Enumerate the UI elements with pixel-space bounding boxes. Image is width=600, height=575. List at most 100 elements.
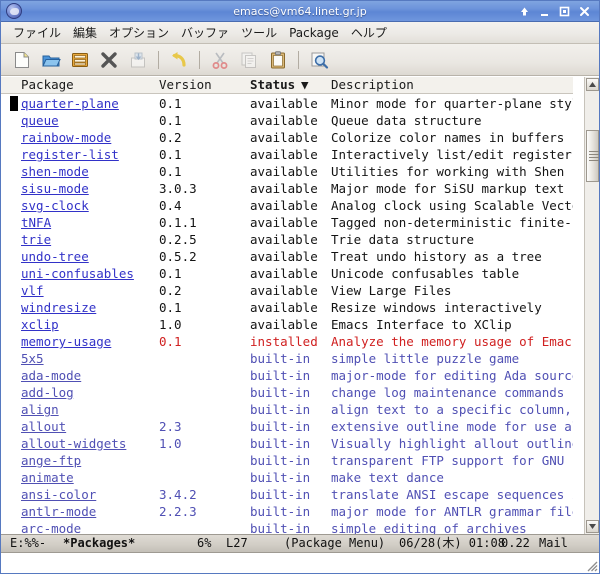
table-row[interactable]: memory-usage 0.1 installed Analyze the memo…: [1, 333, 584, 350]
package-version: 2.2.3: [159, 504, 197, 519]
mode-line[interactable]: E:%%- *Packages* 6% L27 (Package Menu) 0…: [1, 534, 599, 553]
vertical-scrollbar[interactable]: [584, 77, 599, 534]
package-name-link[interactable]: uni-confusables: [21, 265, 134, 282]
maximize-button[interactable]: [558, 5, 571, 18]
package-name-link[interactable]: ange-ftp: [21, 452, 81, 469]
close-buffer-icon[interactable]: [98, 49, 120, 71]
table-row[interactable]: trie 0.2.5 available Trie data structure: [1, 231, 584, 248]
package-name-link[interactable]: sisu-mode: [21, 180, 89, 197]
package-name-link[interactable]: 5x5: [21, 350, 44, 367]
table-row[interactable]: svg-clock 0.4 available Analog clock using …: [1, 197, 584, 214]
close-button[interactable]: [578, 5, 591, 18]
package-name-link[interactable]: animate: [21, 469, 74, 486]
menu-buffers[interactable]: バッファ: [175, 23, 235, 42]
menu-help[interactable]: ヘルプ: [345, 23, 393, 42]
search-icon[interactable]: [308, 49, 330, 71]
column-version[interactable]: Version: [159, 77, 212, 93]
package-name-link[interactable]: allout-widgets: [21, 435, 126, 452]
package-name-link[interactable]: trie: [21, 231, 51, 248]
table-row[interactable]: register-list 0.1 available Interactively l…: [1, 146, 584, 163]
table-row[interactable]: queue 0.1 available Queue data structure: [1, 112, 584, 129]
package-name-link[interactable]: rainbow-mode: [21, 129, 111, 146]
package-name-link[interactable]: quarter-plane: [21, 95, 119, 112]
paste-icon[interactable]: [267, 49, 289, 71]
table-row[interactable]: quarter-plane 0.1 available Minor mode for …: [1, 95, 584, 112]
table-row[interactable]: 5x5 built-in simple little puzzle game: [1, 350, 584, 367]
resize-grip-icon[interactable]: [584, 558, 598, 572]
package-status: built-in: [250, 419, 311, 434]
package-version: 0.1.1: [159, 215, 197, 230]
package-name-link[interactable]: allout: [21, 418, 66, 435]
package-name-link[interactable]: ansi-color: [21, 486, 96, 503]
undo-icon[interactable]: [168, 49, 190, 71]
table-row[interactable]: arc-mode built-in simple editing of archiv…: [1, 520, 584, 534]
save-as-icon[interactable]: [127, 49, 149, 71]
table-row[interactable]: shen-mode 0.1 available Utilities for worki…: [1, 163, 584, 180]
tool-bar: [1, 44, 599, 76]
scroll-up-button[interactable]: [586, 78, 599, 91]
package-description: Major mode for SiSU markup text: [331, 181, 565, 196]
package-description: Tagged non-deterministic finite-sta: [331, 215, 584, 230]
minimize-button[interactable]: [538, 5, 551, 18]
package-name-link[interactable]: vlf: [21, 282, 44, 299]
column-description[interactable]: Description: [331, 77, 414, 93]
copy-icon[interactable]: [238, 49, 260, 71]
menu-package[interactable]: Package: [283, 25, 345, 41]
table-row[interactable]: ange-ftp built-in transparent FTP support …: [1, 452, 584, 469]
package-menu-buffer[interactable]: Package Version Status ▼ Description qua…: [1, 77, 599, 534]
column-package[interactable]: Package: [21, 77, 74, 93]
menu-edit[interactable]: 編集: [67, 23, 103, 42]
package-name-link[interactable]: xclip: [21, 316, 59, 333]
table-row[interactable]: ada-mode built-in major-mode for editing A…: [1, 367, 584, 384]
table-row[interactable]: rainbow-mode 0.2 available Colorize color n…: [1, 129, 584, 146]
table-row[interactable]: tNFA 0.1.1 available Tagged non-determinist…: [1, 214, 584, 231]
package-description: Interactively list/edit registers: [331, 147, 580, 162]
table-row[interactable]: xclip 1.0 available Emacs Interface to XCli…: [1, 316, 584, 333]
package-name-link[interactable]: register-list: [21, 146, 119, 163]
new-file-icon[interactable]: [11, 49, 33, 71]
menu-tools[interactable]: ツール: [235, 23, 283, 42]
package-name-link[interactable]: ada-mode: [21, 367, 81, 384]
column-status[interactable]: Status: [250, 77, 295, 93]
package-name-link[interactable]: tNFA: [21, 214, 51, 231]
package-name-link[interactable]: svg-clock: [21, 197, 89, 214]
save-buffer-icon[interactable]: [69, 49, 91, 71]
package-name-link[interactable]: windresize: [21, 299, 96, 316]
table-row[interactable]: add-log built-in change log maintenance co…: [1, 384, 584, 401]
package-name-link[interactable]: memory-usage: [21, 333, 111, 350]
shade-button[interactable]: [518, 5, 531, 18]
table-row[interactable]: vlf 0.2 available View Large Files: [1, 282, 584, 299]
column-status-sort-icon[interactable]: ▼: [301, 77, 309, 93]
package-name-link[interactable]: align: [21, 401, 59, 418]
package-description: change log maintenance commands for: [331, 385, 584, 400]
package-description: major mode for ANTLR grammar files: [331, 504, 584, 519]
minibuffer[interactable]: [1, 553, 599, 573]
title-bar[interactable]: emacs@vm64.linet.gr.jp: [1, 1, 599, 22]
line-continuation-icon: →: [574, 165, 582, 178]
table-row[interactable]: sisu-mode 3.0.3 available Major mode for Si…: [1, 180, 584, 197]
menu-options[interactable]: オプション: [103, 23, 175, 42]
scroll-down-button[interactable]: [586, 520, 599, 533]
table-row[interactable]: antlr-mode 2.2.3 built-in major mode for AN…: [1, 503, 584, 520]
table-row[interactable]: allout-widgets 1.0 built-in Visually highli…: [1, 435, 584, 452]
package-name-link[interactable]: antlr-mode: [21, 503, 96, 520]
package-name-link[interactable]: queue: [21, 112, 59, 129]
table-row[interactable]: undo-tree 0.5.2 available Treat undo histor…: [1, 248, 584, 265]
line-continuation-icon: →: [574, 386, 582, 399]
table-row[interactable]: uni-confusables 0.1 available Unicode confu…: [1, 265, 584, 282]
package-name-link[interactable]: undo-tree: [21, 248, 89, 265]
table-row[interactable]: windresize 0.1 available Resize windows int…: [1, 299, 584, 316]
open-file-icon[interactable]: [40, 49, 62, 71]
menu-file[interactable]: ファイル: [7, 23, 67, 42]
package-status: available: [250, 249, 318, 264]
scrollbar-thumb[interactable]: [586, 130, 599, 182]
package-name-link[interactable]: arc-mode: [21, 520, 81, 534]
table-row[interactable]: animate built-in make text dance: [1, 469, 584, 486]
package-name-link[interactable]: shen-mode: [21, 163, 89, 180]
table-row[interactable]: ansi-color 3.4.2 built-in translate ANSI es…: [1, 486, 584, 503]
table-row[interactable]: align built-in align text to a specific co…: [1, 401, 584, 418]
table-row[interactable]: allout 2.3 built-in extensive outline mode …: [1, 418, 584, 435]
cut-icon[interactable]: [209, 49, 231, 71]
package-version: 3.4.2: [159, 487, 197, 502]
package-name-link[interactable]: add-log: [21, 384, 74, 401]
